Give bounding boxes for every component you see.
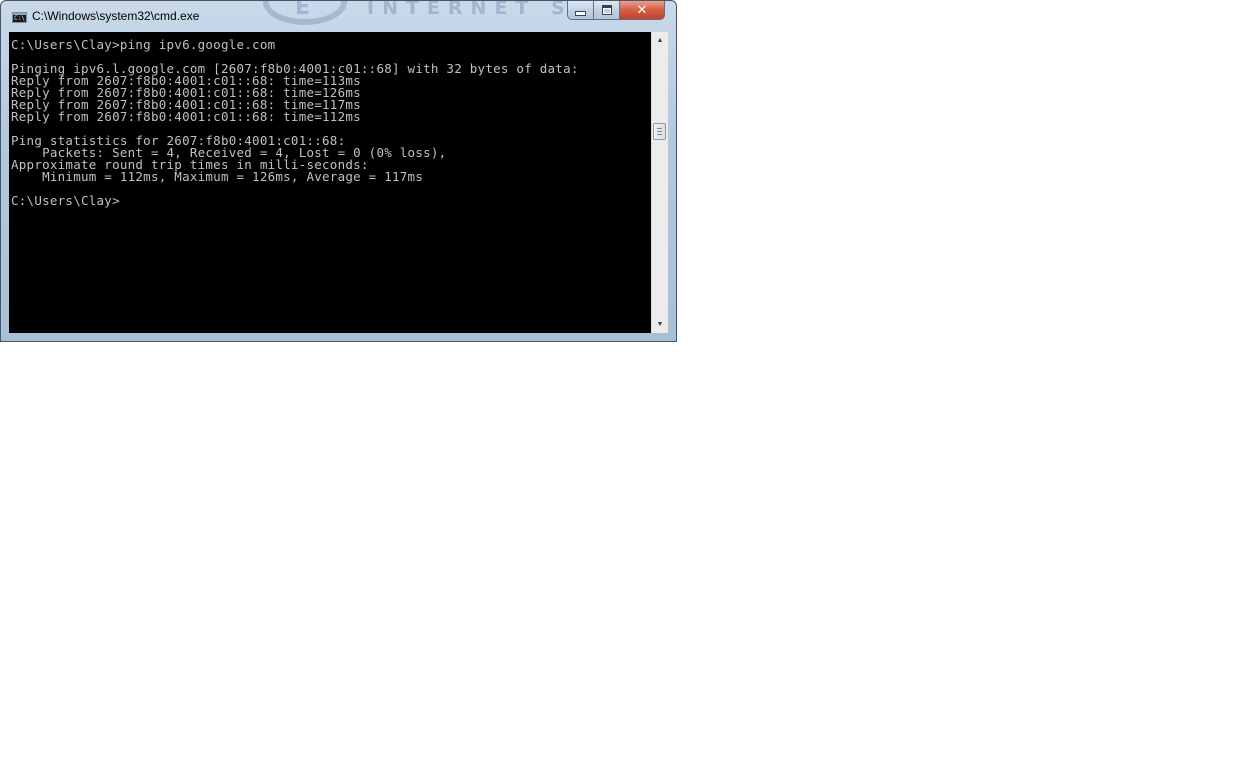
title-bar[interactable]: E INTERNET SE C:\ C:\Windows\system32\cm…: [1, 1, 676, 32]
scroll-down-arrow-icon[interactable]: ▼: [652, 316, 668, 333]
minimize-button[interactable]: [567, 1, 593, 20]
console-output[interactable]: C:\Users\Clay>ping ipv6.google.com Pingin…: [9, 32, 651, 333]
maximize-button[interactable]: [593, 1, 619, 20]
watermark-text: INTERNET SE: [367, 0, 594, 19]
window-title: C:\Windows\system32\cmd.exe: [32, 9, 200, 23]
close-icon: ✕: [636, 2, 648, 18]
window-bottom-frame: [1, 333, 676, 341]
console-text: C:\Users\Clay>ping ipv6.google.com Pingin…: [9, 32, 651, 207]
console-line: C:\Users\Clay>: [11, 193, 120, 208]
scroll-thumb[interactable]: [653, 123, 666, 140]
scroll-up-arrow-icon[interactable]: ▲: [652, 32, 668, 49]
watermark-letter: E: [295, 0, 311, 20]
caption-buttons: ✕: [567, 1, 665, 20]
console-line: C:\Users\Clay>ping ipv6.google.com: [11, 37, 276, 52]
minimize-icon: [575, 10, 586, 16]
console-line: Reply from 2607:f8b0:4001:c01::68: time=…: [11, 109, 361, 124]
close-button[interactable]: ✕: [619, 1, 665, 20]
vertical-scrollbar[interactable]: ▲ ▼: [651, 32, 668, 333]
cmd-icon[interactable]: C:\: [12, 12, 27, 23]
console-line: Minimum = 112ms, Maximum = 126ms, Averag…: [11, 169, 424, 184]
cmd-window: E INTERNET SE C:\ C:\Windows\system32\cm…: [0, 0, 677, 342]
maximize-icon: [601, 5, 612, 15]
